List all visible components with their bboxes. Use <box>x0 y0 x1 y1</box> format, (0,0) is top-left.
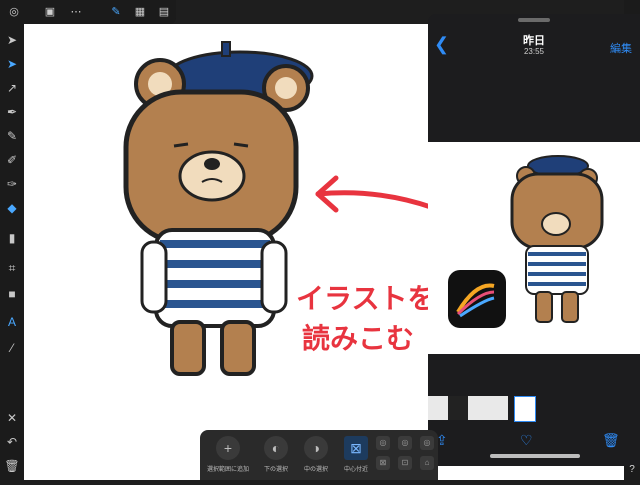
thumbnail[interactable] <box>488 396 508 420</box>
tools-panel: ➤ ➤ ↗ ✒ ✎ ✐ ✑ ◆ ▮ ⌗ ■ A ⁄ ✕ ↶ 🗑 <box>0 24 24 480</box>
grid-icon[interactable]: ▦ <box>132 4 148 20</box>
node-tool-icon[interactable]: ➤ <box>4 56 20 72</box>
thumbnail[interactable] <box>428 396 448 420</box>
gradient-tool-icon[interactable]: ◆ <box>4 200 20 216</box>
text-tool-icon[interactable]: A <box>4 314 20 330</box>
top-toolbar: ◎ ▣ ⋯ ✎ ▦ ▤ <box>0 0 176 24</box>
center-icon: ⊠ <box>344 436 368 460</box>
plus-icon: + <box>216 436 240 460</box>
photos-panel: ❮ 昨日 23:55 編集 ⇪ ♡ 🗑 <box>428 14 640 466</box>
move-tool-icon[interactable]: ➤ <box>4 32 20 48</box>
add-selection-button[interactable]: + 選択範囲に追加 <box>204 436 252 480</box>
layers-icon[interactable]: ▤ <box>156 4 172 20</box>
edit-button[interactable]: 編集 <box>610 40 632 56</box>
trash-icon[interactable]: 🗑 <box>602 432 620 449</box>
pencil-tool-icon[interactable]: ✎ <box>4 128 20 144</box>
transparency-tool-icon[interactable]: ▮ <box>4 230 20 246</box>
document-icon[interactable]: ▣ <box>42 4 58 20</box>
add-selection-label: 選択範囲に追加 <box>206 467 249 473</box>
thumbnail-strip[interactable] <box>428 394 640 422</box>
middle-icon: ◑ <box>304 436 328 460</box>
heart-icon[interactable]: ♡ <box>520 432 533 449</box>
corner-tool-icon[interactable]: ↗ <box>4 80 20 96</box>
lock-icon[interactable]: ⌂ <box>420 456 434 470</box>
photos-title: 昨日 <box>523 35 545 47</box>
undo-icon[interactable]: ↶ <box>4 434 20 450</box>
menu-icon[interactable]: ◎ <box>6 4 22 20</box>
persona-icon[interactable]: ✎ <box>108 4 124 20</box>
option-icon[interactable]: ◎ <box>376 436 390 450</box>
center-selection-label: 中心付近 <box>343 467 368 473</box>
help-icon[interactable]: ? <box>626 464 638 476</box>
photo-preview[interactable] <box>428 142 640 354</box>
option-icon[interactable]: ⊠ <box>376 456 390 470</box>
brush-tool-icon[interactable]: ✐ <box>4 152 20 168</box>
pen-tool-icon[interactable]: ✒ <box>4 104 20 120</box>
below-icon: ◐ <box>264 436 288 460</box>
home-indicator <box>490 454 580 458</box>
fill-tool-icon[interactable]: ✑ <box>4 176 20 192</box>
photos-action-bar: ⇪ ♡ 🗑 <box>428 422 640 466</box>
trash-icon[interactable]: 🗑 <box>4 458 20 474</box>
annotation-line2: 読みこむ <box>302 322 415 355</box>
more-icon[interactable]: ⋯ <box>68 4 84 20</box>
option-icon[interactable]: ◎ <box>420 436 434 450</box>
photos-header: ❮ 昨日 23:55 編集 <box>428 26 640 70</box>
thumbnail[interactable] <box>448 396 468 420</box>
selection-toolbar: + 選択範囲に追加 ◐ 下の選択 ◑ 中の選択 ⊠ 中心付近 ◎ ◎ ◎ ⊠ ⊡… <box>200 430 438 480</box>
photos-time: 23:55 <box>523 47 545 56</box>
eyedropper-tool-icon[interactable]: ⁄ <box>4 340 20 356</box>
annotation-line1: イラストを <box>296 282 436 315</box>
option-icon[interactable]: ⊡ <box>398 456 412 470</box>
crop-tool-icon[interactable]: ⌗ <box>4 260 20 276</box>
center-selection-button[interactable]: ⊠ 中心付近 <box>332 436 380 480</box>
shape-tool-icon[interactable]: ■ <box>4 286 20 302</box>
panel-grabber[interactable] <box>518 18 550 22</box>
option-icon[interactable]: ◎ <box>398 436 412 450</box>
bear-photo <box>448 155 604 328</box>
thumbnail-selected[interactable] <box>514 396 536 422</box>
thumbnail[interactable] <box>468 396 488 420</box>
close-icon[interactable]: ✕ <box>4 410 20 426</box>
